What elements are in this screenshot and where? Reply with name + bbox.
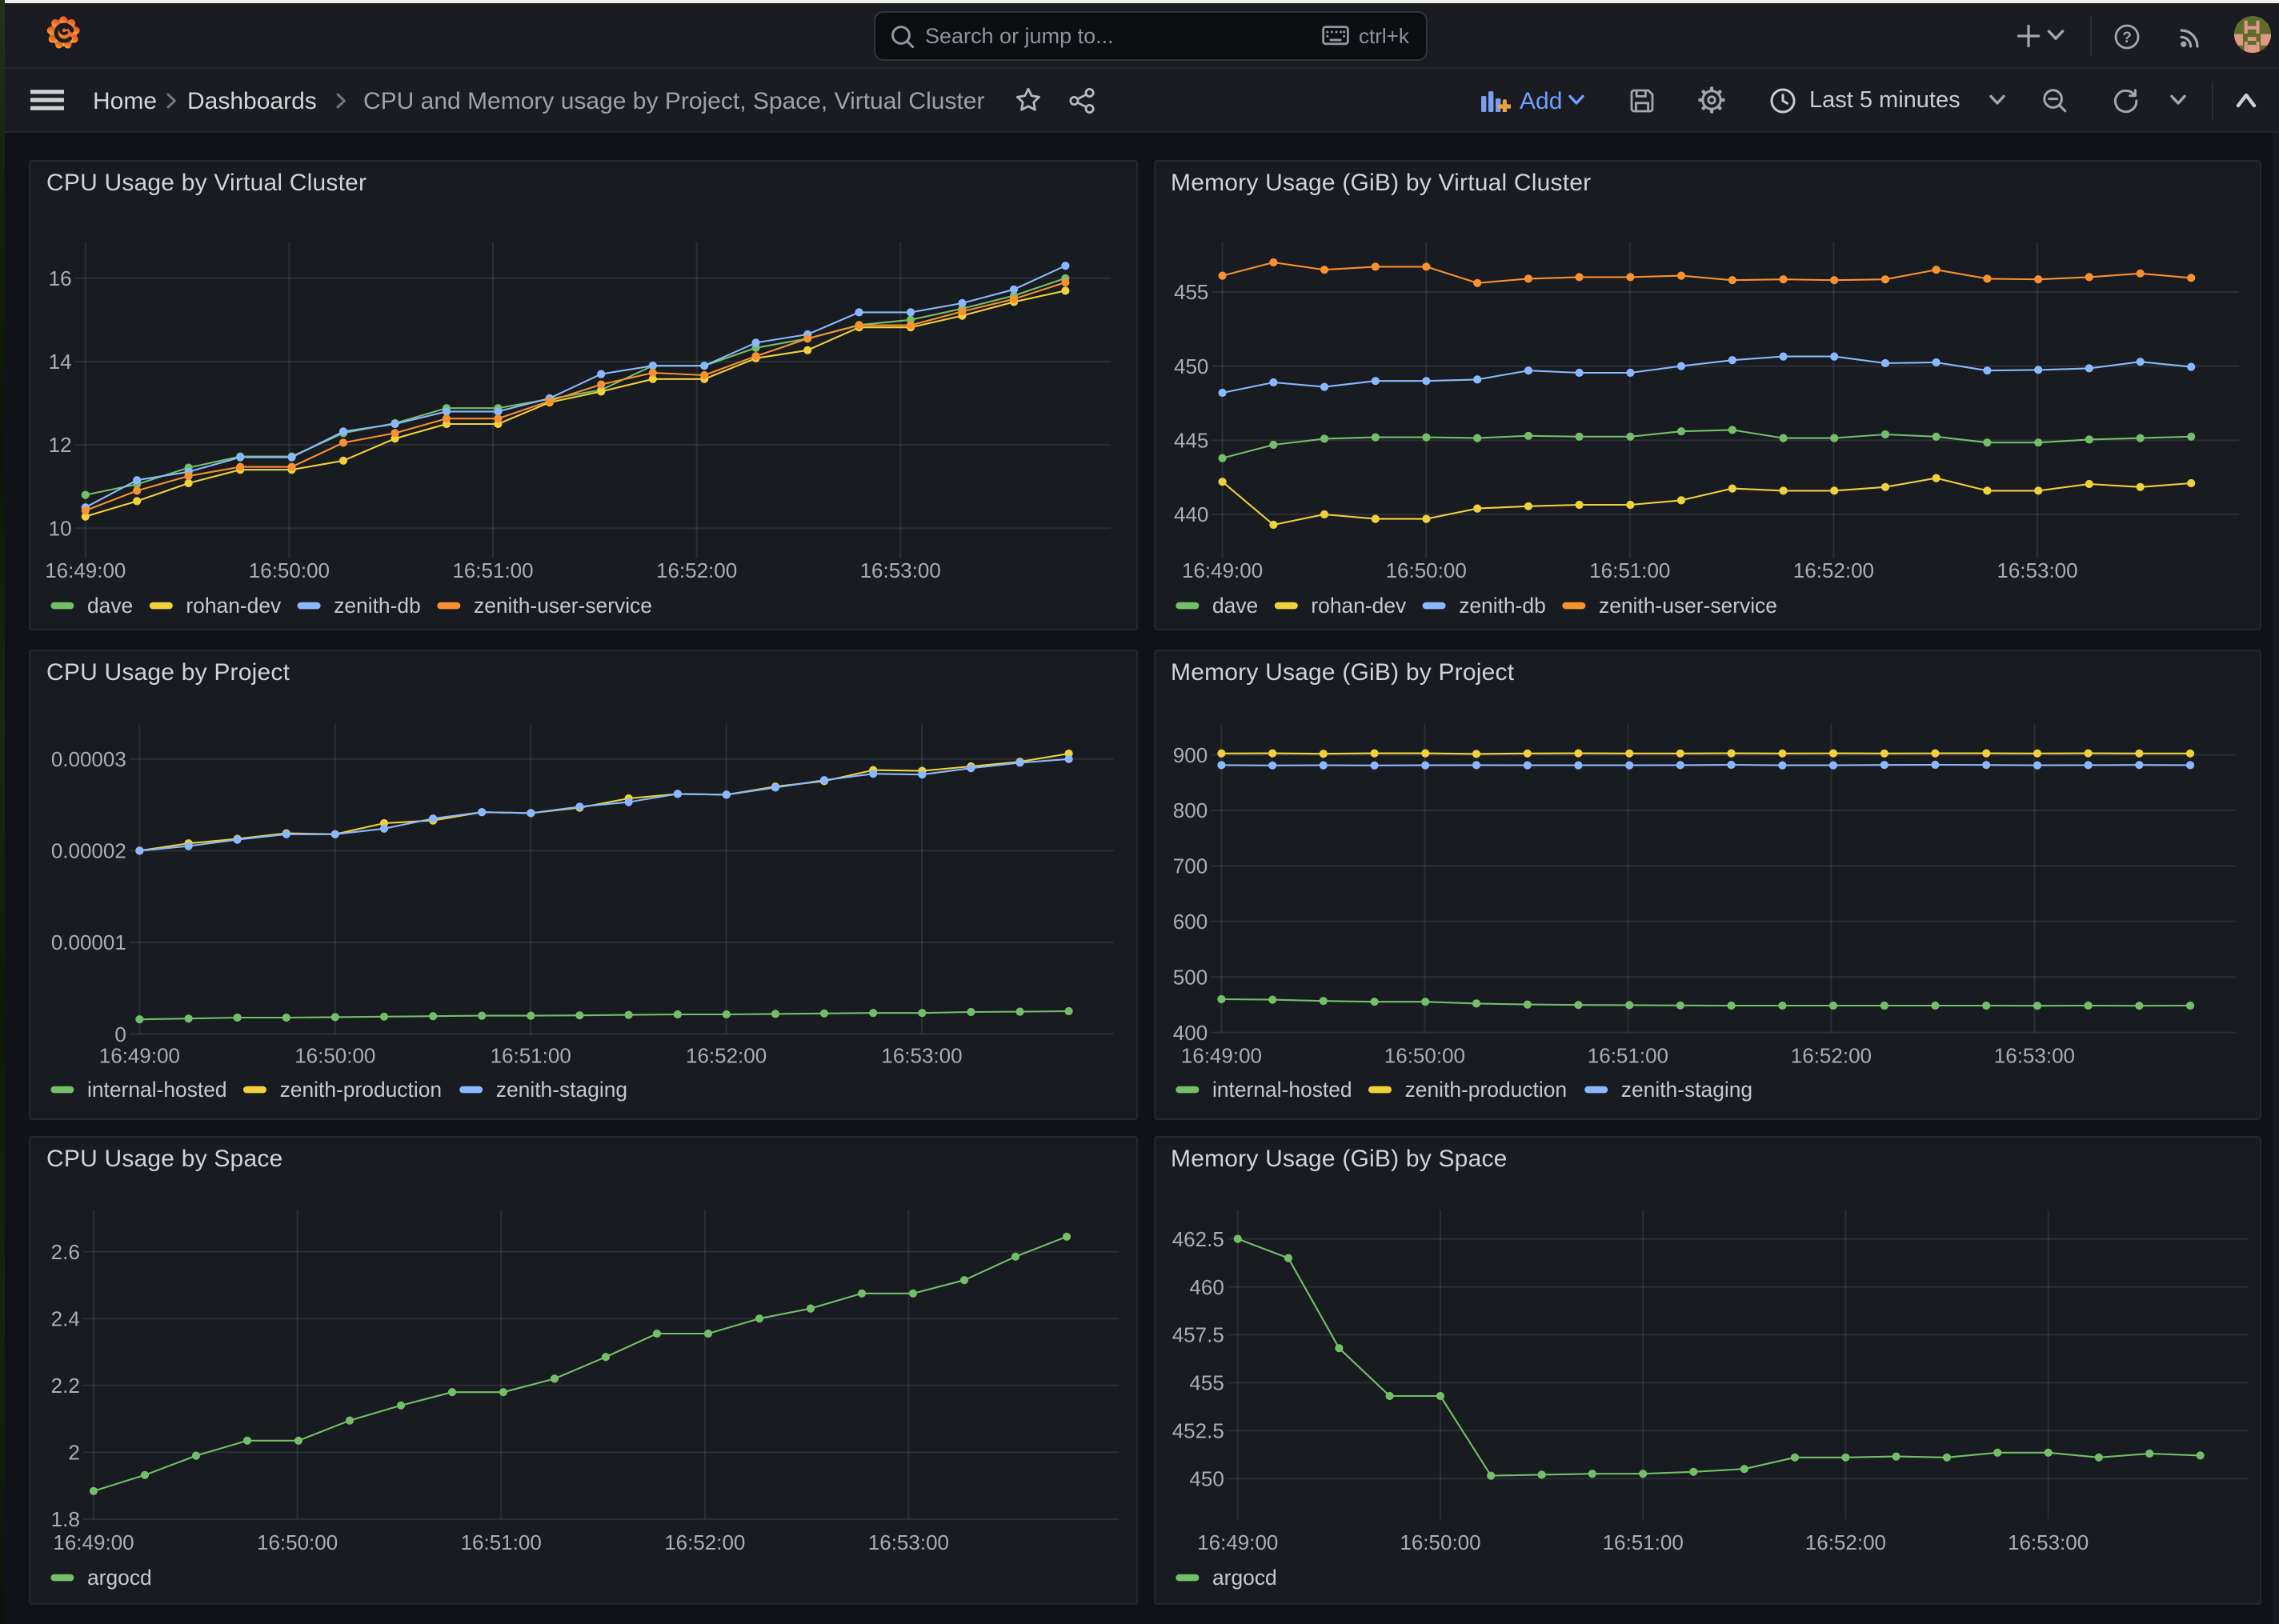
svg-text:12: 12 <box>49 432 72 456</box>
svg-text:600: 600 <box>1172 910 1207 934</box>
svg-text:rohan-dev: rohan-dev <box>186 593 282 617</box>
svg-text:internal-hosted: internal-hosted <box>87 1078 227 1102</box>
svg-text:0.00002: 0.00002 <box>51 839 126 863</box>
svg-text:16:52:00: 16:52:00 <box>1792 558 1873 582</box>
svg-text:zenith-db: zenith-db <box>334 593 421 617</box>
svg-text:1.8: 1.8 <box>51 1507 80 1531</box>
svg-text:16:51:00: 16:51:00 <box>1602 1530 1683 1554</box>
svg-text:800: 800 <box>1172 798 1207 822</box>
svg-text:700: 700 <box>1172 854 1207 878</box>
svg-text:16:49:00: 16:49:00 <box>99 1044 180 1068</box>
svg-text:?: ? <box>2122 29 2132 46</box>
svg-text:16:53:00: 16:53:00 <box>860 558 941 582</box>
svg-text:argocd: argocd <box>1212 1566 1276 1590</box>
svg-text:dave: dave <box>1212 593 1257 617</box>
svg-text:16:52:00: 16:52:00 <box>1790 1044 1871 1068</box>
svg-text:440: 440 <box>1173 502 1208 526</box>
svg-text:16:50:00: 16:50:00 <box>1385 558 1466 582</box>
svg-text:450: 450 <box>1188 1466 1223 1490</box>
svg-text:16:51:00: 16:51:00 <box>452 558 533 582</box>
svg-text:16: 16 <box>49 266 72 290</box>
svg-text:zenith-staging: zenith-staging <box>496 1078 627 1102</box>
svg-text:16:49:00: 16:49:00 <box>53 1530 134 1554</box>
svg-text:2: 2 <box>68 1441 79 1465</box>
svg-text:16:52:00: 16:52:00 <box>664 1530 745 1554</box>
svg-text:900: 900 <box>1172 743 1207 767</box>
svg-text:16:51:00: 16:51:00 <box>1588 558 1669 582</box>
svg-text:16:53:00: 16:53:00 <box>1996 558 2077 582</box>
svg-text:zenith-user-service: zenith-user-service <box>1598 593 1776 617</box>
svg-text:16:49:00: 16:49:00 <box>1196 1530 1277 1554</box>
svg-text:16:49:00: 16:49:00 <box>1180 1044 1261 1068</box>
svg-text:dave: dave <box>87 593 133 617</box>
svg-text:16:53:00: 16:53:00 <box>1993 1044 2074 1068</box>
svg-text:445: 445 <box>1173 428 1208 452</box>
svg-text:14: 14 <box>49 349 72 373</box>
svg-text:16:50:00: 16:50:00 <box>1384 1044 1464 1068</box>
svg-text:0: 0 <box>114 1022 126 1046</box>
svg-text:16:50:00: 16:50:00 <box>294 1044 375 1068</box>
svg-text:zenith-user-service: zenith-user-service <box>474 593 652 617</box>
svg-text:16:52:00: 16:52:00 <box>686 1044 767 1068</box>
svg-text:450: 450 <box>1173 354 1208 378</box>
svg-text:zenith-db: zenith-db <box>1458 593 1545 617</box>
svg-text:16:51:00: 16:51:00 <box>461 1530 542 1554</box>
svg-text:2.6: 2.6 <box>51 1240 80 1264</box>
svg-text:rohan-dev: rohan-dev <box>1310 593 1406 617</box>
svg-text:16:52:00: 16:52:00 <box>1804 1530 1885 1554</box>
svg-text:457.5: 457.5 <box>1172 1323 1224 1347</box>
svg-text:internal-hosted: internal-hosted <box>1212 1078 1352 1102</box>
svg-text:16:49:00: 16:49:00 <box>1181 558 1262 582</box>
svg-text:460: 460 <box>1188 1275 1223 1299</box>
svg-text:462.5: 462.5 <box>1172 1227 1224 1251</box>
svg-text:2.4: 2.4 <box>51 1306 80 1330</box>
svg-text:452.5: 452.5 <box>1172 1418 1224 1442</box>
svg-text:16:50:00: 16:50:00 <box>1399 1530 1480 1554</box>
svg-text:10: 10 <box>49 515 72 539</box>
svg-text:argocd: argocd <box>87 1566 152 1590</box>
svg-text:16:53:00: 16:53:00 <box>881 1044 962 1068</box>
svg-text:16:53:00: 16:53:00 <box>868 1530 949 1554</box>
svg-text:16:53:00: 16:53:00 <box>2007 1530 2088 1554</box>
svg-text:16:50:00: 16:50:00 <box>249 558 330 582</box>
svg-text:500: 500 <box>1172 965 1207 989</box>
svg-text:16:52:00: 16:52:00 <box>656 558 737 582</box>
svg-text:16:51:00: 16:51:00 <box>1587 1044 1668 1068</box>
svg-text:zenith-staging: zenith-staging <box>1620 1078 1752 1102</box>
svg-text:zenith-production: zenith-production <box>1404 1078 1566 1102</box>
svg-text:16:51:00: 16:51:00 <box>491 1044 571 1068</box>
svg-text:455: 455 <box>1188 1371 1223 1395</box>
svg-text:16:49:00: 16:49:00 <box>45 558 126 582</box>
svg-text:400: 400 <box>1172 1021 1207 1045</box>
svg-text:zenith-production: zenith-production <box>280 1078 442 1102</box>
svg-text:16:50:00: 16:50:00 <box>257 1530 338 1554</box>
svg-text:0.00003: 0.00003 <box>51 747 126 771</box>
svg-text:0.00001: 0.00001 <box>51 930 126 954</box>
svg-text:455: 455 <box>1173 279 1208 303</box>
svg-text:2.2: 2.2 <box>51 1374 80 1398</box>
